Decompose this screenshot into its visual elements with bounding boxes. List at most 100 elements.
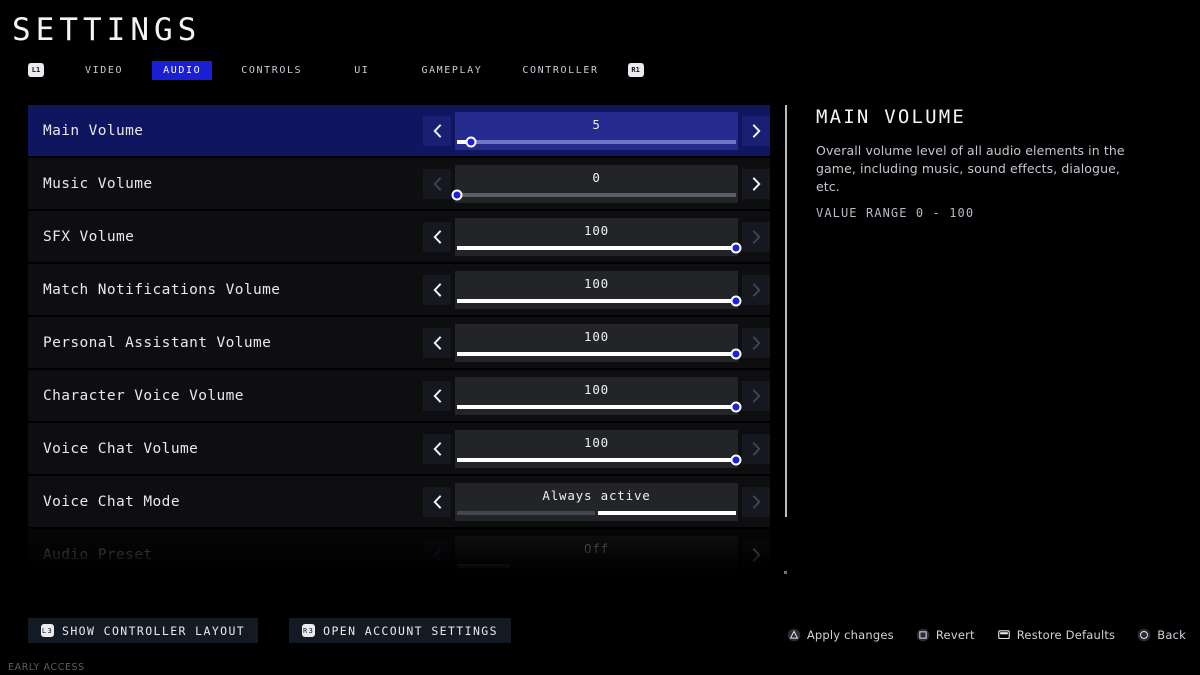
triangle-button-icon bbox=[787, 628, 801, 642]
hint-back[interactable]: Back bbox=[1137, 628, 1186, 642]
tab-ui[interactable]: UI bbox=[343, 61, 380, 80]
hint-apply-changes[interactable]: Apply changes bbox=[787, 628, 894, 642]
setting-row[interactable]: Main Volume 5 bbox=[28, 105, 770, 156]
option-segment-track bbox=[457, 563, 737, 568]
slider-knob[interactable] bbox=[730, 295, 742, 306]
chevron-left-icon[interactable] bbox=[423, 327, 451, 358]
option-segment[interactable] bbox=[598, 510, 736, 515]
setting-option-selector[interactable]: Off bbox=[455, 535, 738, 574]
settings-tab-bar: L1 VIDEO AUDIO CONTROLS UI GAMEPLAY CONT… bbox=[28, 60, 644, 80]
chevron-left-icon[interactable] bbox=[423, 433, 451, 464]
l3-stick-icon: L3 bbox=[41, 624, 54, 637]
tab-controls[interactable]: CONTROLS bbox=[230, 61, 313, 80]
setting-row[interactable]: Voice Chat Volume 100 bbox=[28, 423, 770, 474]
setting-row-label: SFX Volume bbox=[43, 228, 135, 245]
chevron-right-icon[interactable] bbox=[742, 380, 770, 411]
info-panel-value-range: VALUE RANGE 0 - 100 bbox=[816, 206, 975, 220]
setting-value: 100 bbox=[584, 434, 609, 450]
setting-slider[interactable]: 100 bbox=[455, 323, 742, 362]
slider-knob[interactable] bbox=[465, 136, 477, 147]
setting-slider[interactable]: 100 bbox=[455, 376, 742, 415]
slider-fill bbox=[457, 351, 736, 356]
slider-knob[interactable] bbox=[451, 189, 463, 200]
chevron-right-icon[interactable] bbox=[742, 115, 770, 146]
setting-row[interactable]: Character Voice Volume 100 bbox=[28, 370, 770, 421]
setting-slider[interactable]: 100 bbox=[455, 429, 742, 468]
chevron-left-icon[interactable] bbox=[423, 539, 451, 570]
slider-track[interactable] bbox=[457, 295, 742, 306]
slider-knob[interactable] bbox=[730, 401, 742, 412]
slider-track[interactable] bbox=[457, 242, 742, 253]
slider-track[interactable] bbox=[457, 401, 742, 412]
chevron-left-icon[interactable] bbox=[423, 115, 451, 146]
setting-row[interactable]: Personal Assistant Volume 100 bbox=[28, 317, 770, 368]
setting-slider[interactable]: 100 bbox=[455, 270, 742, 309]
slider-track[interactable] bbox=[451, 189, 736, 200]
page-title: SETTINGS bbox=[12, 12, 202, 48]
chevron-left-icon[interactable] bbox=[423, 486, 451, 517]
chevron-right-icon[interactable] bbox=[742, 168, 770, 199]
setting-row[interactable]: Match Notifications Volume 100 bbox=[28, 264, 770, 315]
option-segment[interactable] bbox=[457, 510, 595, 515]
setting-row[interactable]: Audio Preset Off bbox=[28, 529, 770, 575]
tab-gameplay[interactable]: GAMEPLAY bbox=[410, 61, 493, 80]
l1-bumper-icon[interactable]: L1 bbox=[28, 63, 44, 77]
option-segment[interactable] bbox=[626, 563, 680, 568]
option-segment[interactable] bbox=[569, 563, 624, 568]
slider-fill bbox=[457, 404, 736, 409]
setting-value: 100 bbox=[584, 328, 609, 344]
setting-row-control: 100 bbox=[423, 370, 770, 421]
slider-knob[interactable] bbox=[730, 242, 742, 253]
bottom-action-buttons: L3 SHOW CONTROLLER LAYOUT R3 OPEN ACCOUN… bbox=[28, 618, 511, 643]
setting-value: Off bbox=[584, 540, 609, 556]
setting-row[interactable]: Voice Chat Mode Always active bbox=[28, 476, 770, 527]
slider-track[interactable] bbox=[457, 348, 742, 359]
slider-fill bbox=[457, 298, 736, 303]
chevron-right-icon[interactable] bbox=[742, 539, 770, 570]
tab-controller[interactable]: CONTROLLER bbox=[511, 61, 609, 80]
open-account-settings-button[interactable]: R3 OPEN ACCOUNT SETTINGS bbox=[289, 618, 511, 643]
slider-knob[interactable] bbox=[730, 348, 742, 359]
setting-row-control: 0 bbox=[423, 158, 770, 209]
hint-restore-defaults[interactable]: Restore Defaults bbox=[997, 628, 1116, 642]
setting-row[interactable]: Music Volume 0 bbox=[28, 158, 770, 209]
slider-fill bbox=[457, 457, 736, 462]
tab-audio[interactable]: AUDIO bbox=[152, 60, 213, 80]
chevron-right-icon[interactable] bbox=[742, 327, 770, 358]
slider-track[interactable] bbox=[457, 454, 742, 465]
r1-bumper-icon[interactable]: R1 bbox=[627, 63, 644, 77]
chevron-left-icon[interactable] bbox=[423, 380, 451, 411]
setting-row-control: 5 bbox=[423, 105, 770, 156]
slider-fill bbox=[457, 245, 736, 250]
square-button-icon bbox=[916, 628, 930, 642]
setting-slider[interactable]: 100 bbox=[455, 217, 742, 256]
chevron-right-icon[interactable] bbox=[742, 433, 770, 464]
option-segment[interactable] bbox=[682, 563, 737, 568]
open-account-settings-label: OPEN ACCOUNT SETTINGS bbox=[323, 623, 498, 638]
touchpad-button-icon bbox=[997, 630, 1010, 640]
chevron-left-icon[interactable] bbox=[423, 168, 451, 199]
setting-slider[interactable]: 5 bbox=[455, 111, 738, 150]
settings-scrollbar[interactable] bbox=[785, 105, 787, 517]
option-segment-track bbox=[457, 510, 736, 515]
option-segment[interactable] bbox=[513, 563, 567, 568]
chevron-left-icon[interactable] bbox=[423, 274, 451, 305]
setting-value: 5 bbox=[592, 116, 601, 132]
setting-slider[interactable]: 0 bbox=[451, 164, 738, 203]
tab-video[interactable]: VIDEO bbox=[74, 61, 134, 80]
chevron-right-icon[interactable] bbox=[742, 221, 770, 252]
chevron-right-icon[interactable] bbox=[742, 486, 770, 517]
hint-revert[interactable]: Revert bbox=[916, 628, 975, 642]
settings-list[interactable]: Main Volume 5 Music Volume 0 SFX Volume 100 Ma… bbox=[28, 105, 770, 575]
show-controller-layout-button[interactable]: L3 SHOW CONTROLLER LAYOUT bbox=[28, 618, 259, 643]
slider-track[interactable] bbox=[457, 136, 736, 147]
slider-knob[interactable] bbox=[730, 454, 742, 465]
setting-row-control: 100 bbox=[423, 423, 770, 474]
setting-row[interactable]: SFX Volume 100 bbox=[28, 211, 770, 262]
setting-option-selector[interactable]: Always active bbox=[455, 482, 738, 521]
option-segment[interactable] bbox=[457, 563, 511, 568]
scrollbar-end-dot bbox=[784, 571, 787, 574]
chevron-left-icon[interactable] bbox=[423, 221, 451, 252]
hint-back-label: Back bbox=[1157, 628, 1186, 642]
chevron-right-icon[interactable] bbox=[742, 274, 770, 305]
